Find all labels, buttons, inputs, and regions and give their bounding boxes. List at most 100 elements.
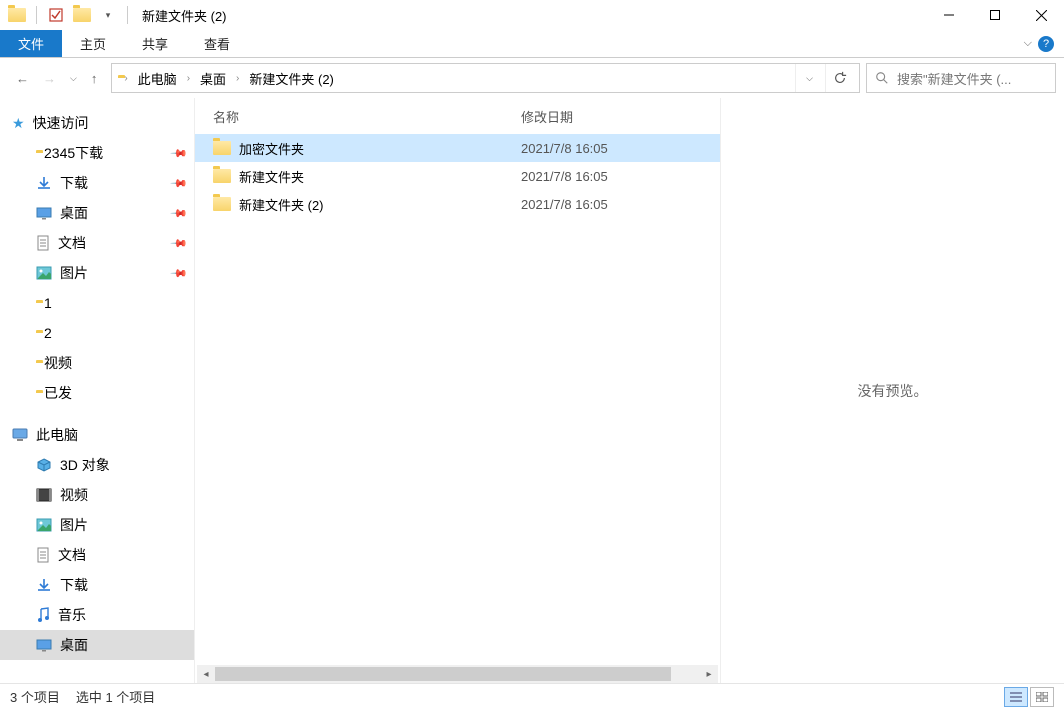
scroll-left-icon[interactable]: ◂: [197, 665, 215, 683]
video-icon: [36, 488, 52, 502]
help-icon[interactable]: ?: [1038, 36, 1054, 52]
table-row[interactable]: 新建文件夹 (2) 2021/7/8 16:05: [195, 190, 720, 218]
crumb-sep-icon[interactable]: ›: [124, 73, 127, 84]
horizontal-scrollbar[interactable]: ◂ ▸: [197, 665, 718, 683]
column-date[interactable]: 修改日期: [521, 107, 720, 126]
sidebar-item[interactable]: 下载: [0, 570, 194, 600]
sidebar-pc-label: 此电脑: [36, 425, 78, 445]
back-button[interactable]: ←: [16, 71, 29, 86]
qat-dropdown-icon[interactable]: ▾: [97, 4, 119, 26]
star-icon: ★: [12, 115, 25, 132]
sidebar-item-label: 2345下载: [44, 143, 103, 163]
status-item-count: 3 个项目: [10, 687, 60, 706]
table-row[interactable]: 加密文件夹 2021/7/8 16:05: [195, 134, 720, 162]
picture-icon: [36, 518, 52, 532]
column-name[interactable]: 名称: [195, 107, 521, 126]
file-name: 加密文件夹: [239, 139, 304, 158]
file-name: 新建文件夹 (2): [239, 195, 324, 214]
file-name: 新建文件夹: [239, 167, 304, 186]
qat-separator: [36, 6, 37, 24]
up-button[interactable]: ↑: [91, 71, 98, 86]
content: 名称 修改日期 加密文件夹2021/7/8 16:05新建文件夹2021/7/8…: [195, 98, 1064, 683]
sidebar-item[interactable]: 桌面: [0, 630, 194, 660]
qat-folder-icon[interactable]: [71, 4, 93, 26]
view-details-button[interactable]: [1004, 687, 1028, 707]
ribbon-tabs: 文件 主页 共享 查看 ⌵ ?: [0, 30, 1064, 58]
crumb-pc[interactable]: 此电脑: [134, 67, 181, 90]
sidebar-item-label: 2: [44, 325, 52, 341]
sidebar-item[interactable]: 视频: [0, 480, 194, 510]
tab-file[interactable]: 文件: [0, 30, 62, 57]
sidebar-item-label: 下载: [60, 575, 88, 595]
pin-icon: 📌: [170, 234, 189, 253]
search-placeholder: 搜索"新建文件夹 (...: [897, 69, 1011, 88]
ribbon-right: ⌵ ?: [1024, 30, 1064, 57]
crumb-sep-icon[interactable]: ›: [236, 73, 239, 84]
forward-button[interactable]: →: [43, 71, 56, 86]
folder-icon: [213, 169, 231, 183]
sidebar-item[interactable]: 下载📌: [0, 168, 194, 198]
sidebar-item[interactable]: 文档📌: [0, 228, 194, 258]
titlebar: ▾ 新建文件夹 (2): [0, 0, 1064, 30]
crumb-current[interactable]: 新建文件夹 (2): [245, 67, 338, 90]
pc-icon: [12, 428, 28, 442]
sidebar-item[interactable]: 3D 对象: [0, 450, 194, 480]
body: ★ 快速访问 2345下载📌下载📌桌面📌文档📌图片📌12视频已发 此电脑 3D …: [0, 98, 1064, 683]
file-date: 2021/7/8 16:05: [521, 197, 720, 212]
sidebar-this-pc[interactable]: 此电脑: [0, 420, 194, 450]
crumb-desktop[interactable]: 桌面: [196, 67, 230, 90]
sidebar-item[interactable]: 已发: [0, 378, 194, 408]
sidebar-item[interactable]: 2345下载📌: [0, 138, 194, 168]
qat-properties-icon[interactable]: [45, 4, 67, 26]
minimize-button[interactable]: [926, 0, 972, 30]
sidebar-item[interactable]: 视频: [0, 348, 194, 378]
folder-icon: [213, 197, 231, 211]
window-controls: [926, 0, 1064, 30]
tab-share[interactable]: 共享: [124, 30, 186, 57]
sidebar-item[interactable]: 1: [0, 288, 194, 318]
sidebar-item[interactable]: 2: [0, 318, 194, 348]
picture-icon: [36, 266, 52, 280]
close-button[interactable]: [1018, 0, 1064, 30]
app-folder-icon: [6, 4, 28, 26]
desktop-icon: [36, 206, 52, 220]
folder-icon: [213, 141, 231, 155]
sidebar-item[interactable]: 桌面📌: [0, 198, 194, 228]
sidebar-item-label: 文档: [58, 545, 86, 565]
sidebar-item-label: 视频: [60, 485, 88, 505]
crumb-sep-icon[interactable]: ›: [187, 73, 190, 84]
sidebar-item-label: 图片: [60, 263, 88, 283]
file-date: 2021/7/8 16:05: [521, 141, 720, 156]
status-selected-count: 选中 1 个项目: [76, 687, 155, 706]
sidebar-item-label: 已发: [44, 383, 72, 403]
file-list: 名称 修改日期 加密文件夹2021/7/8 16:05新建文件夹2021/7/8…: [195, 98, 720, 683]
table-row[interactable]: 新建文件夹2021/7/8 16:05: [195, 162, 720, 190]
preview-empty-text: 没有预览。: [858, 381, 928, 401]
nav-arrows: ← → ⌵ ↑: [8, 71, 105, 86]
sidebar-item[interactable]: 图片📌: [0, 258, 194, 288]
sidebar-item-label: 视频: [44, 353, 72, 373]
preview-pane: 没有预览。: [720, 98, 1064, 683]
sidebar-quick-access[interactable]: ★ 快速访问: [0, 108, 194, 138]
addressbar[interactable]: › 此电脑 › 桌面 › 新建文件夹 (2) ⌵: [111, 63, 860, 93]
doc-icon: [36, 235, 50, 251]
sidebar-item[interactable]: 音乐: [0, 600, 194, 630]
search-input[interactable]: 搜索"新建文件夹 (...: [866, 63, 1056, 93]
scroll-thumb[interactable]: [215, 667, 671, 681]
ribbon-collapse-icon[interactable]: ⌵: [1024, 37, 1032, 50]
music-icon: [36, 607, 50, 623]
navbar: ← → ⌵ ↑ › 此电脑 › 桌面 › 新建文件夹 (2) ⌵ 搜索"新建文件…: [0, 58, 1064, 98]
scroll-right-icon[interactable]: ▸: [700, 665, 718, 683]
tab-view[interactable]: 查看: [186, 30, 248, 57]
maximize-button[interactable]: [972, 0, 1018, 30]
statusbar: 3 个项目 选中 1 个项目: [0, 683, 1064, 709]
view-large-button[interactable]: [1030, 687, 1054, 707]
refresh-button[interactable]: [825, 64, 853, 92]
recent-dropdown-icon[interactable]: ⌵: [70, 73, 77, 84]
search-icon: [875, 71, 889, 85]
sidebar-item[interactable]: 图片: [0, 510, 194, 540]
tab-home[interactable]: 主页: [62, 30, 124, 57]
address-dropdown-icon[interactable]: ⌵: [795, 64, 823, 92]
sidebar-item-label: 音乐: [58, 605, 86, 625]
sidebar-item[interactable]: 文档: [0, 540, 194, 570]
